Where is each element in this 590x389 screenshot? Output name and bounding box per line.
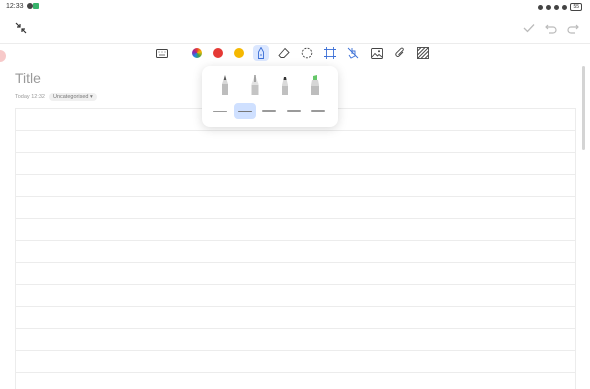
category-selector[interactable]: Uncategorised ▾ [48,93,97,101]
red-color-button[interactable] [210,45,226,61]
wifi-icon [562,4,568,10]
pencil-icon [222,75,228,95]
touch-drawing-button[interactable] [345,45,361,61]
undo-icon [545,24,557,34]
note-title[interactable]: Title [15,70,41,86]
red-color-swatch [213,48,223,58]
done-button[interactable] [522,21,536,40]
lasso-icon [301,47,313,59]
stroke-width-5[interactable] [307,103,329,119]
note-canvas[interactable] [15,108,575,389]
signal-icon [554,4,560,10]
canvas-right-border [575,108,576,389]
status-icons: 55 [538,3,582,11]
side-handle[interactable] [0,50,6,62]
mute-icon [546,4,552,10]
ruled-line [15,174,575,175]
eraser-tool-button[interactable] [276,45,292,61]
highlighter-icon [311,75,319,95]
attachment-icon [395,47,404,57]
ruled-line [15,284,575,285]
pen-options-popup [202,66,338,127]
ruled-line [15,130,575,131]
ruled-line [15,328,575,329]
collapse-icon [15,22,27,34]
stroke-width-4[interactable] [283,103,305,119]
texture-button[interactable] [415,45,431,61]
redo-icon [567,24,579,34]
pen-tool-button[interactable] [253,45,269,61]
status-time: 12:33 [6,3,24,10]
stroke-width-1[interactable] [209,103,231,119]
ruled-line [15,218,575,219]
image-button[interactable] [369,45,385,61]
ruled-line [15,306,575,307]
yellow-color-swatch [234,48,244,58]
app-notification-icon [33,3,39,9]
dropdown-arrow-icon: ▾ [89,94,93,100]
marker-option[interactable] [278,74,292,96]
ruled-line [15,372,575,373]
undo-button[interactable] [544,21,558,40]
note-meta: Today 12:32 Uncategorised ▾ [15,93,97,101]
stroke-sample [238,110,252,112]
yellow-color-button[interactable] [231,45,247,61]
texture-icon [417,47,429,59]
crop-tool-button[interactable] [322,45,338,61]
category-label: Uncategorised [52,94,89,100]
pen-icon [258,47,264,59]
keyboard-button[interactable] [154,45,170,61]
status-bar: 12:33 55 [0,0,590,14]
ruled-line [15,196,575,197]
lasso-tool-button[interactable] [299,45,315,61]
touch-icon [347,47,359,59]
ruled-line [15,152,575,153]
check-icon [523,24,535,33]
collapse-button[interactable] [14,21,28,35]
top-actions [522,21,580,40]
eraser-icon [278,47,290,58]
stroke-width-3[interactable] [258,103,280,119]
keyboard-icon [156,48,168,58]
marker-icon [282,77,288,95]
attachment-button[interactable] [392,45,408,61]
fountain-pen-icon [251,75,259,95]
crop-icon [324,47,336,59]
pencil-option[interactable] [218,74,232,96]
color-picker-button[interactable] [189,45,205,61]
alarm-icon [538,4,544,10]
fountain-pen-option[interactable] [248,74,262,96]
scrollbar[interactable] [582,66,585,150]
stroke-sample [262,110,276,112]
stroke-sample [213,110,227,112]
battery-icon: 55 [570,3,582,11]
image-icon [371,47,383,59]
note-date: Today 12:32 [15,94,45,100]
stroke-width-2[interactable] [234,103,256,119]
ruled-line [15,240,575,241]
toolbar-divider [0,43,590,44]
canvas-left-border [15,108,16,389]
redo-button[interactable] [566,21,580,40]
color-wheel-icon [192,48,202,58]
stroke-sample [287,110,301,112]
ruled-line [15,262,575,263]
ruled-line [15,350,575,351]
stroke-sample [311,109,325,113]
highlighter-option[interactable] [308,74,322,96]
